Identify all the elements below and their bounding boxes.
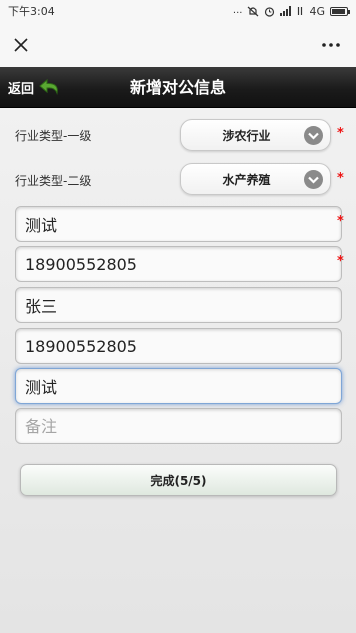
industry-level1-label: 行业类型-一级 xyxy=(15,129,92,143)
text-field-1[interactable] xyxy=(15,206,342,242)
alarm-icon xyxy=(265,6,275,17)
status-icons: ... 4G xyxy=(232,4,350,18)
more-notifications-icon: ... xyxy=(232,5,243,16)
required-mark: * xyxy=(337,171,344,186)
phone-field-1[interactable] xyxy=(15,246,342,282)
industry-level2-select[interactable]: 水产养殖 xyxy=(180,163,331,195)
app-header: 返回 新增对公信息 xyxy=(0,67,356,108)
back-label: 返回 xyxy=(8,82,35,97)
battery-icon xyxy=(330,6,350,16)
industry-level2-label: 行业类型-二级 xyxy=(15,174,92,188)
form-container: 行业类型-一级 涉农行业 * 行业类型-二级 水产养殖 * * * 完成(5/5… xyxy=(0,108,356,633)
chevron-down-icon xyxy=(304,170,323,189)
more-menu-button[interactable] xyxy=(316,34,346,56)
text-field-2[interactable] xyxy=(15,368,342,404)
chevron-down-icon xyxy=(304,126,323,145)
remarks-field[interactable] xyxy=(15,408,342,444)
more-dots-icon xyxy=(322,42,340,47)
close-icon xyxy=(14,37,28,52)
required-mark: * xyxy=(337,254,344,269)
status-bar: 下午3:04 ... 4G xyxy=(0,0,356,22)
back-button[interactable]: 返回 xyxy=(8,67,62,108)
submit-label: 完成(5/5) xyxy=(150,473,207,488)
signal-icon xyxy=(280,6,292,16)
required-mark: * xyxy=(337,126,344,141)
status-time: 下午3:04 xyxy=(8,5,55,18)
webview-toolbar xyxy=(0,22,356,67)
industry-level1-select[interactable]: 涉农行业 xyxy=(180,119,331,151)
phone-field-2[interactable] xyxy=(15,328,342,364)
mute-icon xyxy=(248,6,259,16)
required-mark: * xyxy=(337,214,344,229)
industry-level2-value: 水产养殖 xyxy=(222,172,271,187)
network-type: 4G xyxy=(309,4,325,18)
back-arrow-icon xyxy=(39,78,58,95)
data-transfer-icon xyxy=(298,7,303,15)
close-button[interactable] xyxy=(10,34,32,56)
industry-level1-value: 涉农行业 xyxy=(222,128,271,143)
contact-name-field[interactable] xyxy=(15,287,342,323)
submit-button[interactable]: 完成(5/5) xyxy=(20,464,337,496)
